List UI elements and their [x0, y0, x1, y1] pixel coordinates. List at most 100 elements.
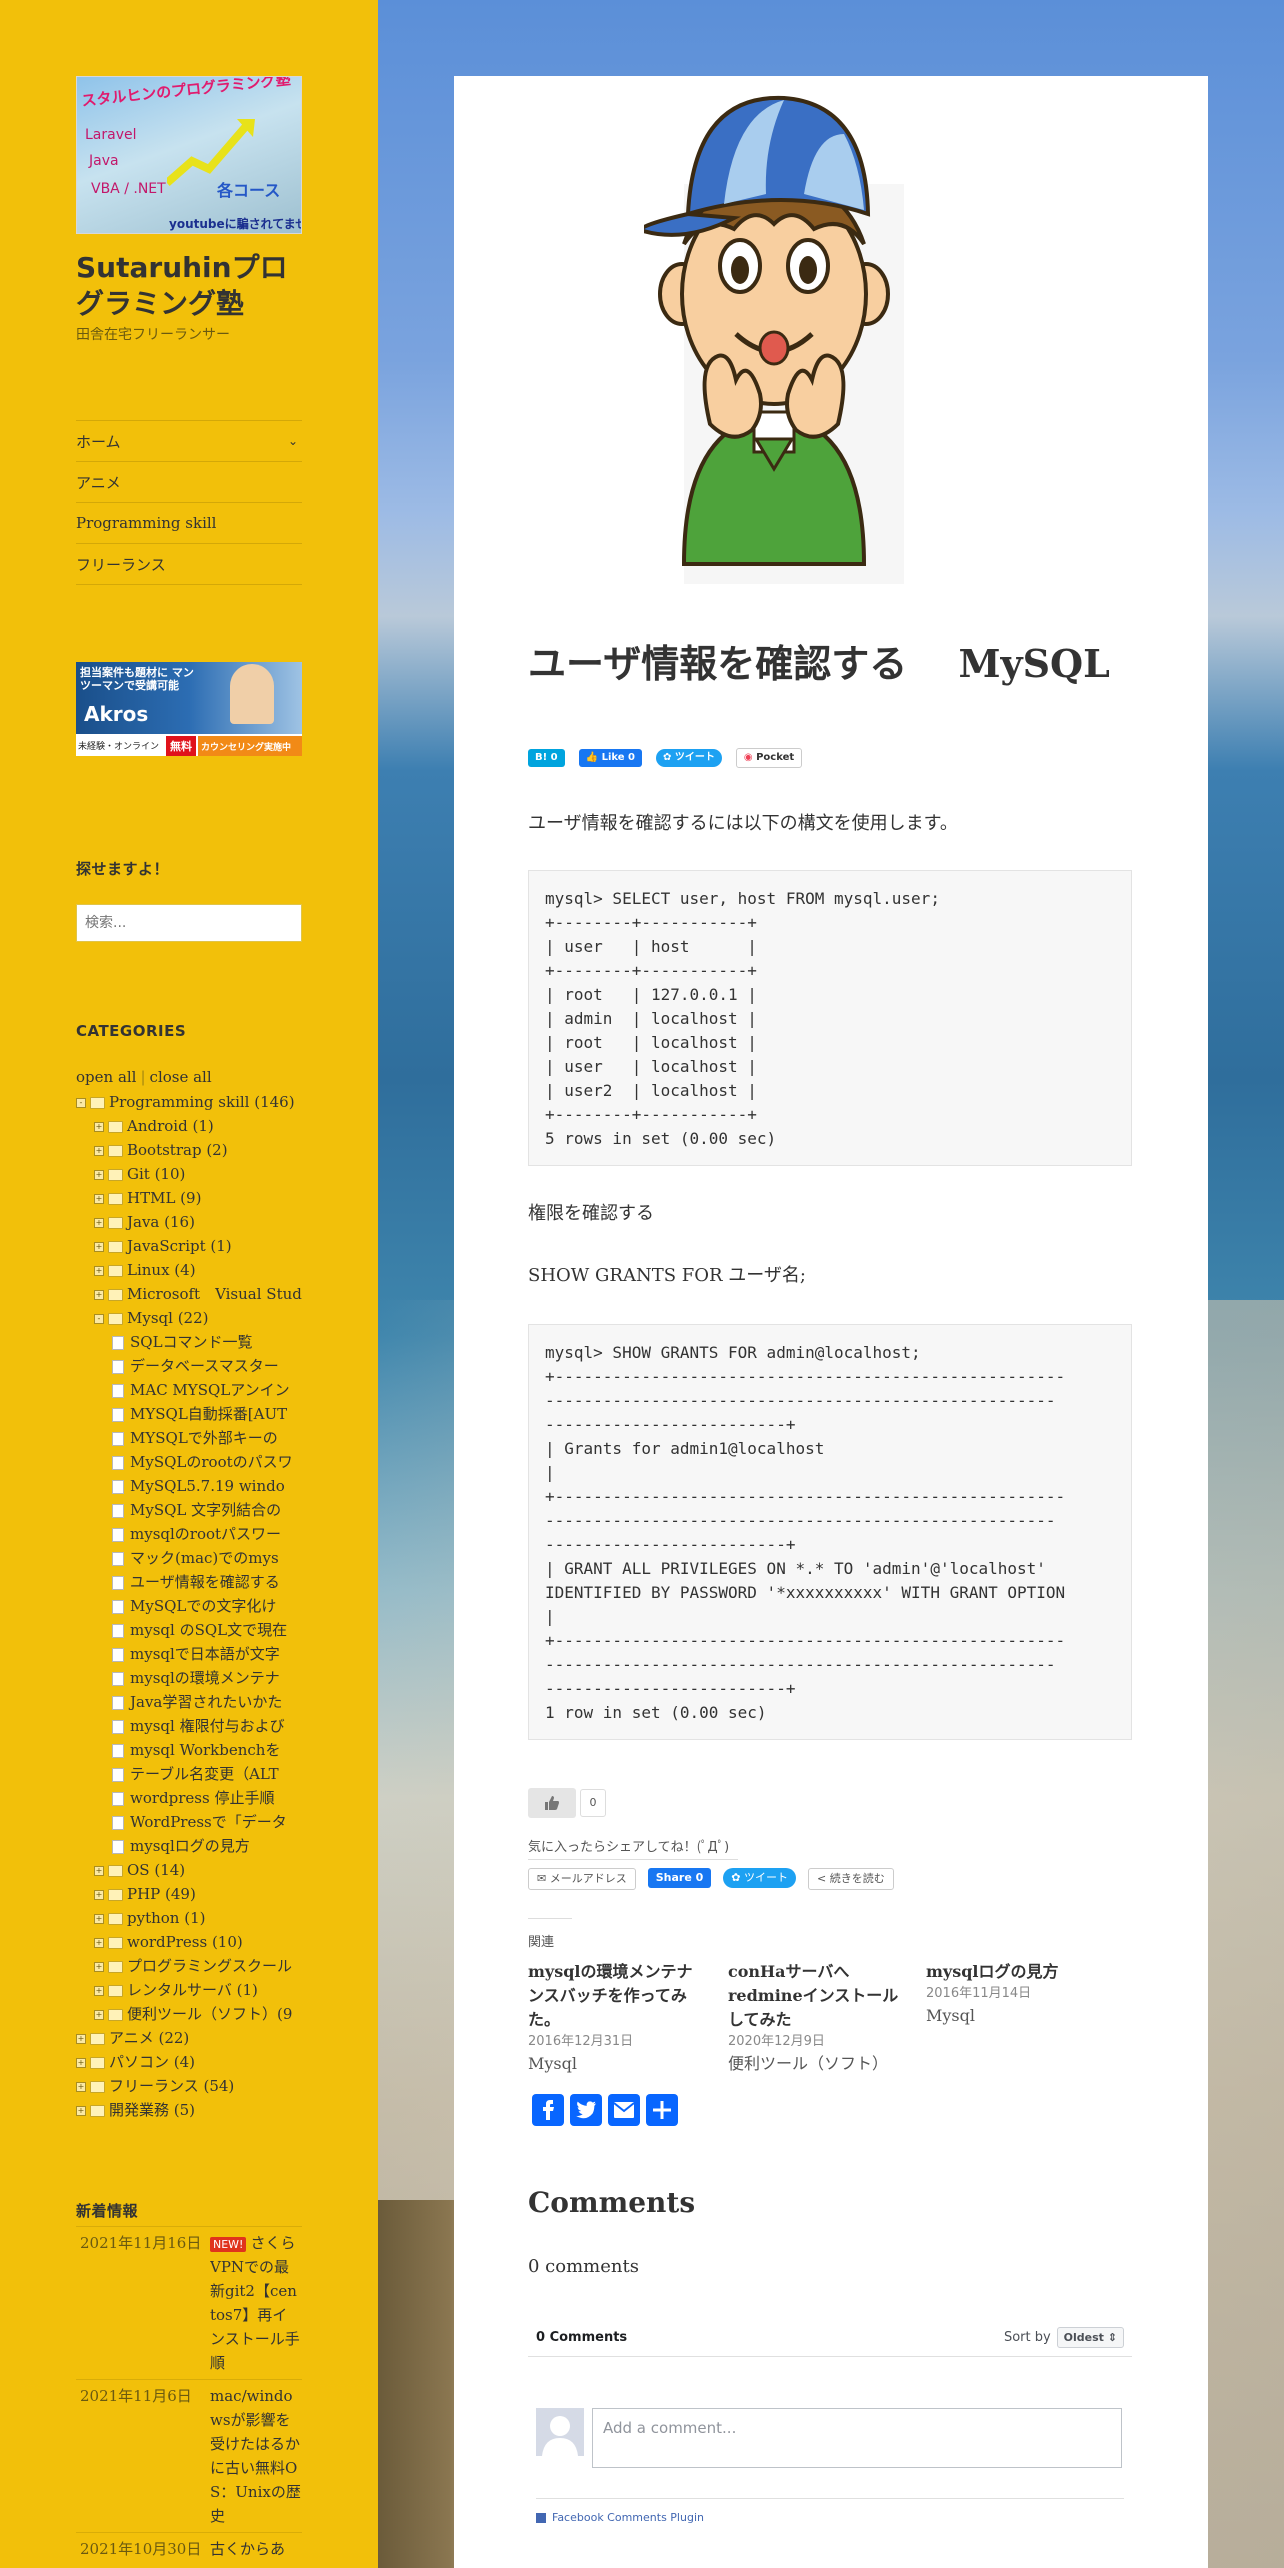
- category-label[interactable]: レンタルサーバ (1): [127, 1981, 258, 1999]
- category-label[interactable]: MySQLのrootのパスワ: [130, 1453, 293, 1471]
- facebook-like-button[interactable]: 👍 Like 0: [578, 749, 642, 767]
- read-more-share-button[interactable]: < 続きを読む: [807, 1868, 894, 1890]
- category-folder[interactable]: + Linux (4): [76, 1258, 302, 1282]
- category-post[interactable]: mysql 権限付与および: [76, 1714, 302, 1738]
- expand-icon[interactable]: +: [94, 1986, 104, 1996]
- category-folder[interactable]: + アニメ (22): [76, 2026, 302, 2050]
- category-label[interactable]: パソコン (4): [109, 2053, 195, 2071]
- nav-item-freelance[interactable]: フリーランス: [76, 543, 302, 585]
- expand-icon[interactable]: +: [94, 1218, 104, 1228]
- expand-icon[interactable]: +: [94, 1242, 104, 1252]
- expand-icon[interactable]: +: [94, 1290, 104, 1300]
- category-folder[interactable]: + パソコン (4): [76, 2050, 302, 2074]
- expand-icon[interactable]: +: [76, 2082, 86, 2092]
- category-post[interactable]: SQLコマンド一覧: [76, 1330, 302, 1354]
- category-label[interactable]: マック(mac)でのmys: [130, 1549, 279, 1567]
- nav-item-programming[interactable]: Programming skill: [76, 502, 302, 543]
- category-folder[interactable]: - Mysql (22): [76, 1306, 302, 1330]
- category-post[interactable]: WordPressで「データ: [76, 1810, 302, 1834]
- expand-icon[interactable]: +: [94, 1266, 104, 1276]
- category-label[interactable]: Java (16): [127, 1213, 195, 1231]
- category-label[interactable]: SQLコマンド一覧: [130, 1333, 253, 1351]
- category-folder[interactable]: + HTML (9): [76, 1186, 302, 1210]
- category-post[interactable]: mysqlの環境メンテナ: [76, 1666, 302, 1690]
- category-label[interactable]: mysqlの環境メンテナ: [130, 1669, 280, 1687]
- nav-item-anime[interactable]: アニメ: [76, 461, 302, 502]
- expand-icon[interactable]: +: [94, 1194, 104, 1204]
- category-label[interactable]: python (1): [127, 1909, 205, 1927]
- category-folder[interactable]: + 便利ツール（ソフト）(9: [76, 2002, 302, 2026]
- category-label[interactable]: データベースマスター: [130, 1357, 279, 1375]
- category-post[interactable]: MYSQLで外部キーの: [76, 1426, 302, 1450]
- news-link[interactable]: mac/windowsが影響を受けたはるかに古い無料OS：Unixの歴史: [210, 2384, 302, 2528]
- category-label[interactable]: Android (1): [127, 1117, 214, 1135]
- expand-icon[interactable]: +: [94, 1914, 104, 1924]
- category-post[interactable]: Java学習されたいかた: [76, 1690, 302, 1714]
- nav-item-home[interactable]: ホーム ⌄: [76, 420, 302, 461]
- category-label[interactable]: プログラミングスクール: [127, 1957, 292, 1975]
- category-label[interactable]: mysql 権限付与および: [130, 1717, 285, 1735]
- open-all-link[interactable]: open all: [76, 1068, 136, 1086]
- category-label[interactable]: MySQL5.7.19 windo: [130, 1477, 285, 1495]
- category-label[interactable]: mysql Workbenchを: [130, 1741, 280, 1759]
- category-folder[interactable]: + フリーランス (54): [76, 2074, 302, 2098]
- comment-input[interactable]: Add a comment...: [592, 2408, 1122, 2468]
- chevron-down-icon[interactable]: ⌄: [288, 434, 298, 448]
- close-all-link[interactable]: close all: [150, 1068, 212, 1086]
- category-label[interactable]: MySQLでの文字化け: [130, 1597, 276, 1615]
- category-label[interactable]: Java学習されたいかた: [130, 1693, 282, 1711]
- category-post[interactable]: mysqlのrootパスワー: [76, 1522, 302, 1546]
- facebook-share-button[interactable]: Share 0: [647, 1868, 712, 1888]
- category-post[interactable]: MySQL5.7.19 windo: [76, 1474, 302, 1498]
- category-label[interactable]: Bootstrap (2): [127, 1141, 228, 1159]
- tweet-button[interactable]: ✿ ツイート: [655, 749, 722, 767]
- category-post[interactable]: ユーザ情報を確認する: [76, 1570, 302, 1594]
- news-link[interactable]: さくらVPNでの最新git2【centos7】再インストール手順: [210, 2234, 300, 2372]
- expand-icon[interactable]: +: [76, 2106, 86, 2116]
- category-folder[interactable]: + Git (10): [76, 1162, 302, 1186]
- category-label[interactable]: Mysql (22): [127, 1309, 209, 1327]
- category-post[interactable]: データベースマスター: [76, 1354, 302, 1378]
- category-label[interactable]: 便利ツール（ソフト）(9: [127, 2005, 292, 2023]
- category-folder[interactable]: + Java (16): [76, 1210, 302, 1234]
- category-label[interactable]: mysql のSQL文で現在: [130, 1621, 287, 1639]
- fb-plugin-link[interactable]: Facebook Comments Plugin: [536, 2498, 1124, 2524]
- news-item[interactable]: 2021年10月30日 古くからあ: [76, 2532, 302, 2565]
- expand-icon[interactable]: +: [94, 1938, 104, 1948]
- category-label[interactable]: PHP (49): [127, 1885, 196, 1903]
- category-label[interactable]: Git (10): [127, 1165, 185, 1183]
- pocket-button[interactable]: ◉ Pocket: [735, 748, 803, 768]
- twitter-icon[interactable]: [570, 2094, 602, 2126]
- category-folder[interactable]: + Microsoft Visual Stud: [76, 1282, 302, 1306]
- category-folder[interactable]: + Bootstrap (2): [76, 1138, 302, 1162]
- expand-icon[interactable]: +: [94, 1170, 104, 1180]
- like-button[interactable]: [528, 1788, 576, 1818]
- hatena-bookmark-button[interactable]: B! 0: [528, 749, 565, 767]
- category-label[interactable]: フリーランス (54): [109, 2077, 234, 2095]
- category-label[interactable]: wordPress (10): [127, 1933, 243, 1951]
- related-post-title[interactable]: conHaサーバへredmineインストールしてみた: [728, 1960, 904, 2032]
- category-folder[interactable]: + JavaScript (1): [76, 1234, 302, 1258]
- category-label[interactable]: mysqlログの見方: [130, 1837, 250, 1855]
- category-post[interactable]: MySQLでの文字化け: [76, 1594, 302, 1618]
- category-label[interactable]: Microsoft Visual Stud: [127, 1285, 302, 1303]
- category-post[interactable]: mysqlで日本語が文字: [76, 1642, 302, 1666]
- related-post-title[interactable]: mysqlの環境メンテナンスバッチを作ってみた。: [528, 1960, 708, 2032]
- news-text[interactable]: NEW! さくらVPNでの最新git2【centos7】再インストール手順: [210, 2231, 302, 2375]
- category-post[interactable]: wordpress 停止手順: [76, 1786, 302, 1810]
- ad-banner[interactable]: 担当案件も題材に マンツーマンで受講可能 Akros 未経験・オンライン 無料 …: [76, 662, 302, 756]
- category-label[interactable]: 開発業務 (5): [109, 2101, 195, 2119]
- category-folder[interactable]: + python (1): [76, 1906, 302, 1930]
- related-post[interactable]: conHaサーバへredmineインストールしてみた 2020年12月9日 便利…: [728, 1960, 904, 2076]
- news-item[interactable]: 2021年11月6日 mac/windowsが影響を受けたはるかに古い無料OS：…: [76, 2379, 302, 2532]
- category-post[interactable]: MYSQL自動採番[AUT: [76, 1402, 302, 1426]
- category-label[interactable]: ユーザ情報を確認する: [130, 1573, 280, 1591]
- collapse-icon[interactable]: -: [94, 1314, 104, 1324]
- category-post[interactable]: MAC MYSQLアンイン: [76, 1378, 302, 1402]
- facebook-icon[interactable]: [532, 2094, 564, 2126]
- category-label[interactable]: MySQL 文字列結合の: [130, 1501, 281, 1519]
- category-post[interactable]: mysqlログの見方: [76, 1834, 302, 1858]
- category-label[interactable]: mysqlで日本語が文字: [130, 1645, 280, 1663]
- category-post[interactable]: テーブル名変更（ALT: [76, 1762, 302, 1786]
- category-folder[interactable]: + レンタルサーバ (1): [76, 1978, 302, 2002]
